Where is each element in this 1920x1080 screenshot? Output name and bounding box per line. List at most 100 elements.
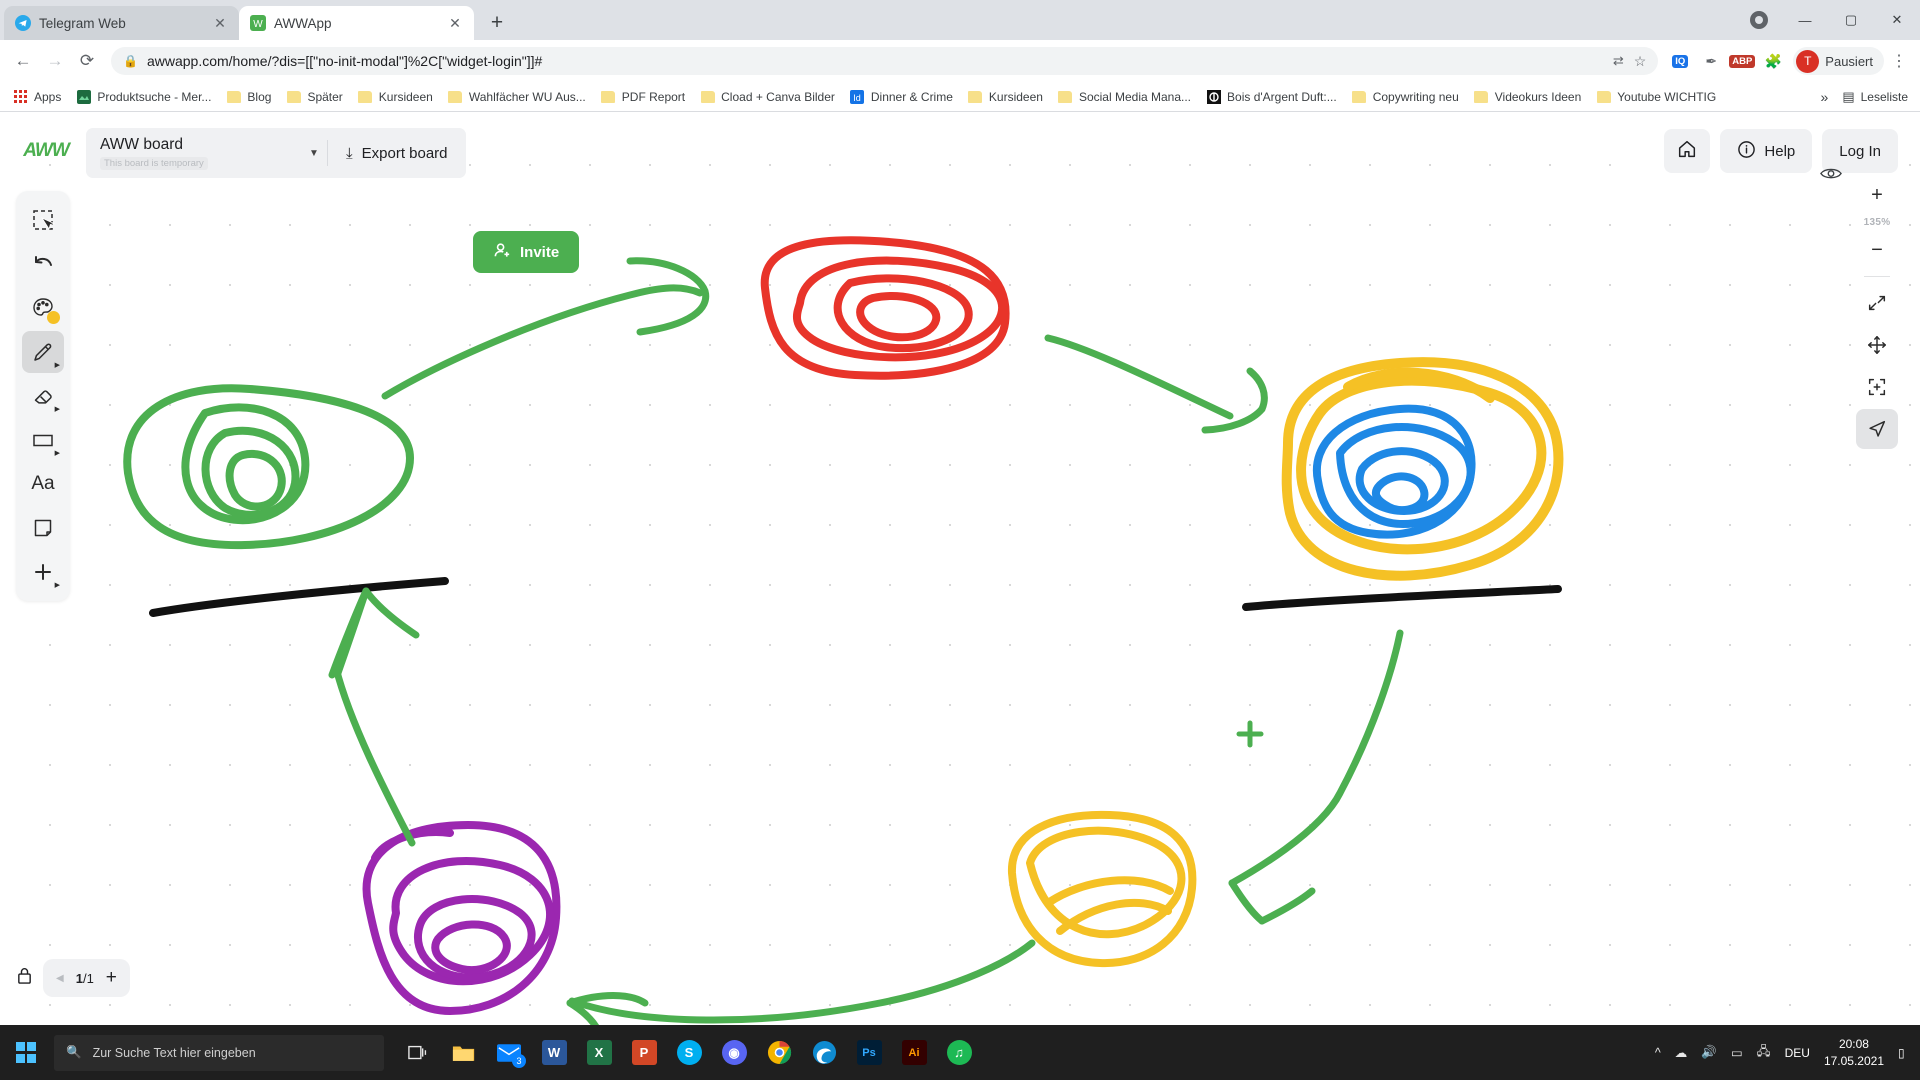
download-icon: ⤓ — [346, 144, 353, 162]
notification-icon[interactable]: ▯ — [1898, 1046, 1908, 1060]
invite-button[interactable]: Invite — [473, 231, 580, 273]
battery-icon[interactable]: ▭ — [1731, 1045, 1743, 1060]
new-tab-button[interactable]: + — [480, 6, 514, 40]
bookmark-kursideen-1[interactable]: Kursideen — [351, 86, 440, 107]
shape-submenu-icon[interactable]: ▶ — [55, 449, 60, 457]
chrome-button[interactable] — [758, 1030, 800, 1076]
file-explorer-button[interactable] — [443, 1030, 485, 1076]
forward-icon[interactable]: → — [40, 46, 70, 76]
browser-tab-awwapp[interactable]: W AWWApp ✕ — [239, 6, 474, 40]
maximize-button[interactable]: ▢ — [1828, 0, 1874, 40]
edge-button[interactable] — [803, 1030, 845, 1076]
color-tool[interactable] — [22, 287, 64, 329]
back-icon[interactable]: ← — [8, 46, 38, 76]
previous-page-button[interactable]: ◀ — [56, 973, 64, 984]
illustrator-button[interactable]: Ai — [893, 1030, 935, 1076]
word-button[interactable]: W — [533, 1030, 575, 1076]
zoom-out-button[interactable]: − — [1856, 230, 1898, 270]
abp-extension-icon[interactable]: ABP — [1729, 48, 1756, 74]
bookmark-pdf-report[interactable]: PDF Report — [594, 86, 692, 107]
center-focus-button[interactable] — [1856, 367, 1898, 407]
help-button[interactable]: Help — [1720, 129, 1813, 173]
iq-extension-icon[interactable]: IQ — [1667, 48, 1693, 74]
volume-icon[interactable]: 🔊 — [1701, 1045, 1717, 1060]
bookmark-bois-dargent[interactable]: Bois d'Argent Duft:... — [1199, 86, 1344, 107]
bookmark-label: Apps — [34, 89, 62, 104]
onedrive-icon[interactable]: ☁ — [1675, 1045, 1688, 1060]
profile-button[interactable]: T Pausiert — [1793, 47, 1884, 75]
chevron-down-icon[interactable]: ▼ — [301, 148, 327, 159]
task-view-button[interactable] — [398, 1030, 440, 1076]
close-icon[interactable]: ✕ — [446, 14, 464, 32]
lock-board-icon[interactable] — [16, 966, 33, 990]
search-icon: 🔍 — [66, 1045, 82, 1059]
bookmark-dinner-crime[interactable]: Id Dinner & Crime — [843, 86, 960, 107]
language-indicator[interactable]: DEU — [1785, 1046, 1810, 1060]
minimize-button[interactable]: — — [1782, 0, 1828, 40]
text-tool[interactable]: Aa — [22, 463, 64, 505]
spotify-button[interactable]: ♫ — [938, 1030, 980, 1076]
record-indicator-icon[interactable] — [1736, 0, 1782, 40]
excel-button[interactable]: X — [578, 1030, 620, 1076]
pan-button[interactable] — [1856, 325, 1898, 365]
tray-expand-icon[interactable]: ^ — [1655, 1046, 1661, 1060]
home-button[interactable] — [1664, 129, 1711, 173]
bookmark-social-media[interactable]: Social Media Mana... — [1051, 86, 1198, 107]
bookmark-blog[interactable]: Blog — [219, 86, 278, 107]
close-window-button[interactable]: ✕ — [1874, 0, 1920, 40]
bookmark-spaeter[interactable]: Später — [279, 86, 349, 107]
bookmarks-overflow-icon[interactable]: » — [1821, 89, 1829, 105]
browser-tab-telegram[interactable]: Telegram Web ✕ — [4, 6, 239, 40]
eraser-submenu-icon[interactable]: ▶ — [55, 405, 60, 413]
pen-submenu-icon[interactable]: ▶ — [55, 361, 60, 369]
fit-screen-button[interactable] — [1856, 283, 1898, 323]
bookmark-label: Copywriting neu — [1372, 89, 1459, 104]
note-tool[interactable] — [22, 507, 64, 549]
clock[interactable]: 20:08 17.05.2021 — [1824, 1036, 1884, 1068]
bookmark-cload-canva[interactable]: Cload + Canva Bilder — [693, 86, 842, 107]
eye-visibility-icon[interactable] — [1820, 166, 1842, 186]
photoshop-button[interactable]: Ps — [848, 1030, 890, 1076]
star-icon[interactable]: ☆ — [1634, 53, 1647, 70]
discord-button[interactable]: ◉ — [713, 1030, 755, 1076]
export-board-button[interactable]: ⤓ Export board — [328, 128, 466, 178]
undo-tool[interactable] — [22, 243, 64, 285]
zoom-in-button[interactable]: + — [1856, 175, 1898, 215]
translate-icon[interactable]: ⇄ — [1613, 53, 1624, 69]
search-placeholder: Zur Suche Text hier eingeben — [92, 1045, 256, 1060]
page-navigator[interactable]: ◀ 1/1 + — [43, 959, 130, 997]
bookmark-videokurs[interactable]: Videokurs Ideen — [1467, 86, 1589, 107]
shape-tool[interactable]: ▶ — [22, 419, 64, 461]
pen-tool[interactable]: ▶ — [22, 331, 64, 373]
puzzle-extension-icon[interactable]: 🧩 — [1760, 48, 1786, 74]
select-tool[interactable] — [22, 199, 64, 241]
pointer-button[interactable] — [1856, 409, 1898, 449]
add-page-button[interactable]: + — [106, 967, 117, 989]
reload-icon[interactable]: ⟳ — [72, 46, 102, 76]
add-submenu-icon[interactable]: ▶ — [55, 581, 60, 589]
whiteboard-drawing[interactable] — [0, 113, 1920, 1025]
add-tool[interactable]: ▶ — [22, 551, 64, 593]
bookmark-apps[interactable]: Apps — [6, 86, 68, 107]
bookmark-wahlfaecher[interactable]: Wahlfächer WU Aus... — [441, 86, 593, 107]
bookmark-copywriting[interactable]: Copywriting neu — [1345, 86, 1466, 107]
taskbar-items: 3 W X P S ◉ Ps Ai ♫ — [398, 1030, 980, 1076]
board-selector[interactable]: AWW board This board is temporary ▼ ⤓ Ex… — [86, 128, 466, 178]
taskbar-search[interactable]: 🔍 Zur Suche Text hier eingeben — [54, 1034, 384, 1071]
bookmark-kursideen-2[interactable]: Kursideen — [961, 86, 1050, 107]
bookmark-produktsuche[interactable]: Produktsuche - Mer... — [69, 86, 218, 107]
skype-button[interactable]: S — [668, 1030, 710, 1076]
start-button[interactable] — [0, 1025, 52, 1080]
aww-logo[interactable]: AWW — [18, 129, 74, 173]
info-circle-icon — [1737, 140, 1756, 163]
network-icon[interactable]: 🖧 — [1757, 1042, 1771, 1063]
grammar-extension-icon[interactable]: ✒ — [1698, 48, 1724, 74]
bookmark-youtube-wichtig[interactable]: Youtube WICHTIG — [1589, 86, 1723, 107]
address-bar[interactable]: 🔒 awwapp.com/home/?dis=[["no-init-modal"… — [111, 47, 1659, 75]
mail-button[interactable]: 3 — [488, 1030, 530, 1076]
eraser-tool[interactable]: ▶ — [22, 375, 64, 417]
powerpoint-button[interactable]: P — [623, 1030, 665, 1076]
kebab-menu-icon[interactable]: ⋮ — [1886, 46, 1912, 76]
reading-list-button[interactable]: ▤ Leseliste — [1842, 89, 1908, 105]
close-icon[interactable]: ✕ — [211, 14, 229, 32]
